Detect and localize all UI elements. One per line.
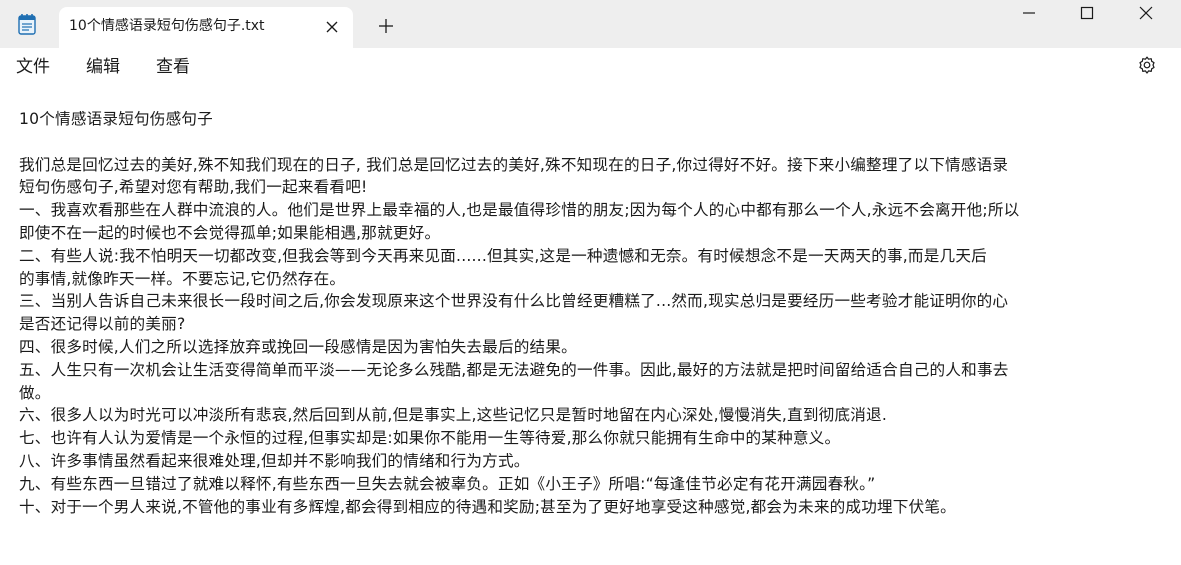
tab-document[interactable]: 10个情感语录短句伤感句子.txt bbox=[59, 7, 353, 48]
tab-title: 10个情感语录短句伤感句子.txt bbox=[69, 18, 265, 34]
text-line: 二、有些人说:我不怕明天一切都改变,但我会等到今天再来见面......但其实,这… bbox=[19, 246, 987, 265]
title-bar: 10个情感语录短句伤感句子.txt bbox=[0, 0, 1181, 48]
text-line: 一、我喜欢看那些在人群中流浪的人。他们是世界上最幸福的人,也是最值得珍惜的朋友;… bbox=[19, 201, 1020, 220]
text-line: 做。 bbox=[19, 383, 51, 402]
text-line: 四、很多时候,人们之所以选择放弃或挽回一段感情是因为害怕失去最后的结果。 bbox=[19, 337, 577, 356]
notepad-window: 10个情感语录短句伤感句子.txt 文件 编辑 查看 10个情感语录短句伤感句子… bbox=[0, 0, 1181, 565]
close-icon[interactable] bbox=[325, 19, 339, 33]
text-editor[interactable]: 10个情感语录短句伤感句子 我们总是回忆过去的美好,殊不知我们现在的日子, 我们… bbox=[0, 88, 1181, 565]
close-window-button[interactable] bbox=[1117, 0, 1177, 26]
text-line: 八、许多事情虽然看起来很难处理,但却并不影响我们的情绪和行为方式。 bbox=[19, 451, 530, 470]
maximize-button[interactable] bbox=[1058, 0, 1118, 26]
notepad-icon bbox=[18, 13, 36, 35]
minimize-button[interactable] bbox=[1000, 0, 1060, 26]
menu-file[interactable]: 文件 bbox=[16, 56, 50, 78]
menu-edit[interactable]: 编辑 bbox=[86, 56, 120, 78]
text-line: 五、人生只有一次机会让生活变得简单而平淡——无论多么残酷,都是无法避免的一件事。… bbox=[19, 360, 1009, 379]
text-line: 十、对于一个男人来说,不管他的事业有多辉煌,都会得到相应的待遇和奖励;甚至为了更… bbox=[19, 497, 956, 516]
menu-bar: 文件 编辑 查看 bbox=[0, 48, 1181, 88]
menu-view[interactable]: 查看 bbox=[156, 56, 190, 78]
text-line: 的事情,就像昨天一样。不要忘记,它仍然存在。 bbox=[19, 269, 346, 288]
plus-icon[interactable] bbox=[377, 17, 395, 35]
document-text: 10个情感语录短句伤感句子 我们总是回忆过去的美好,殊不知我们现在的日子, 我们… bbox=[19, 108, 1177, 518]
text-line: 是否还记得以前的美丽? bbox=[19, 315, 186, 334]
text-line: 短句伤感句子,希望对您有帮助,我们一起来看看吧! bbox=[19, 178, 368, 197]
text-line: 我们总是回忆过去的美好,殊不知我们现在的日子, 我们总是回忆过去的美好,殊不知现… bbox=[19, 155, 1009, 174]
text-line: 三、当别人告诉自己未来很长一段时间之后,你会发现原来这个世界没有什么比曾经更糟糕… bbox=[19, 292, 1009, 311]
text-line: 七、也许有人认为爱情是一个永恒的过程,但事实却是:如果你不能用一生等待爱,那么你… bbox=[19, 429, 841, 448]
text-line: 六、很多人以为时光可以冲淡所有悲哀,然后回到从前,但是事实上,这些记忆只是暂时地… bbox=[19, 406, 888, 425]
document-title: 10个情感语录短句伤感句子 bbox=[19, 110, 213, 128]
text-line: 九、有些东西一旦错过了就难以释怀,有些东西一旦失去就会被辜负。正如《小王子》所唱… bbox=[19, 474, 876, 493]
gear-icon[interactable] bbox=[1137, 55, 1157, 75]
minimize-icon bbox=[1023, 12, 1035, 14]
close-icon bbox=[1139, 6, 1153, 20]
maximize-icon bbox=[1080, 6, 1094, 20]
text-line: 即使不在一起的时候也不会觉得孤单;如果能相遇,那就更好。 bbox=[19, 223, 441, 242]
